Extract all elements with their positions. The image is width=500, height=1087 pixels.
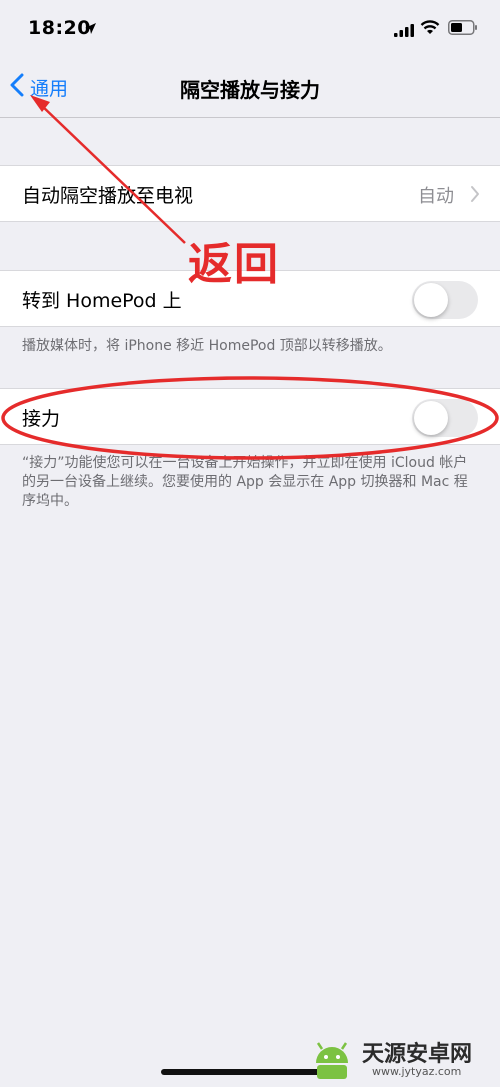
homepod-footer: 播放媒体时，将 iPhone 移近 HomePod 顶部以转移播放。 [22,338,392,354]
android-logo-icon [308,1035,356,1087]
airplay-row[interactable]: 自动隔空播放至电视 自动 [0,165,500,222]
homepod-toggle[interactable] [412,281,478,319]
handoff-row-label: 接力 [22,408,61,430]
toggle-knob [414,401,448,435]
status-bar: 18:20 [0,0,500,60]
watermark-title: 天源安卓网 [362,1042,473,1067]
handoff-footer: “接力”功能使您可以在一台设备上开始操作，并立即在使用 iCloud 帐户的另一… [22,455,468,509]
page-title: 隔空播放与接力 [180,78,320,102]
battery-icon [448,20,478,39]
status-time: 18:20 [28,17,91,39]
cellular-signal-icon [394,22,414,41]
airplay-row-value: 自动 [418,186,454,207]
handoff-toggle[interactable] [412,399,478,437]
watermark: 天源安卓网 www.jytyaz.com [300,1035,500,1083]
watermark-url: www.jytyaz.com [372,1065,462,1078]
homepod-row-label: 转到 HomePod 上 [22,290,182,312]
annotation-overlay [1,95,499,460]
location-arrow-icon [84,20,97,39]
handoff-row: 接力 [0,388,500,445]
toggle-knob [414,283,448,317]
airplay-row-label: 自动隔空播放至电视 [22,185,194,207]
chevron-right-icon [470,185,480,207]
wifi-icon [420,19,440,39]
navigation-bar: 通用 隔空播放与接力 [0,60,500,118]
annotation-label: 返回 [188,239,280,290]
